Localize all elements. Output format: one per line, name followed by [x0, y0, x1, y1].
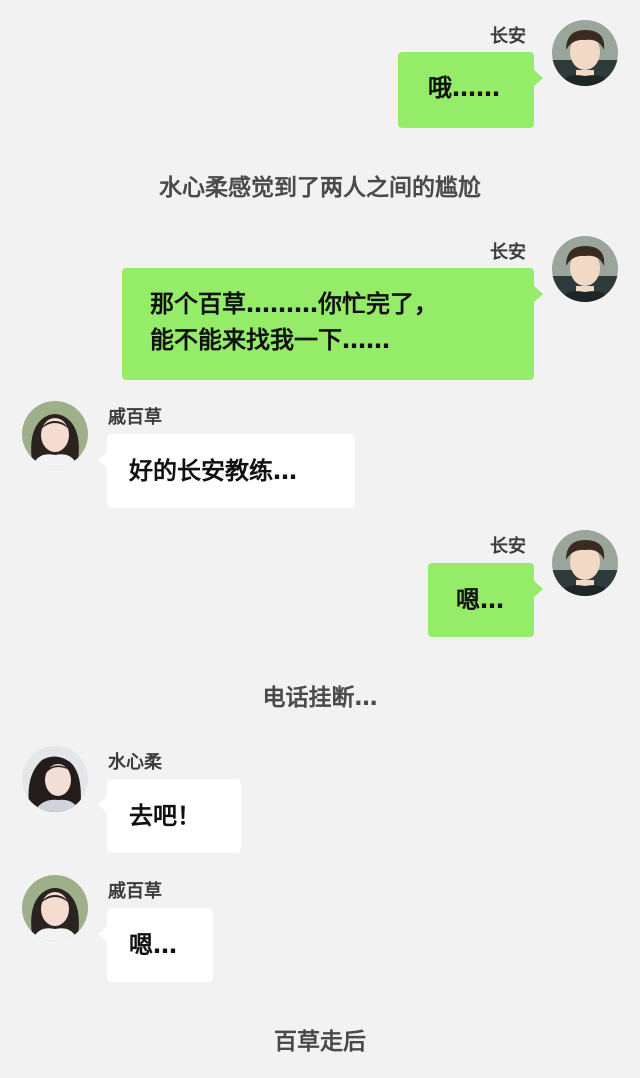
male-avatar-icon: [552, 20, 618, 86]
sender-name: 水心柔: [108, 752, 162, 773]
bubble-tail: [98, 452, 107, 468]
sender-name: 长安: [490, 536, 526, 557]
bubble-tail: [534, 286, 543, 302]
message-bubble-incoming[interactable]: 嗯…: [107, 908, 213, 982]
sender-name: 长安: [490, 26, 526, 47]
message-bubble-incoming[interactable]: 去吧！: [107, 779, 241, 853]
sender-name: 长安: [490, 242, 526, 263]
sender-name: 戚百草: [108, 881, 162, 902]
male-avatar-icon: [552, 530, 618, 596]
message-bubble-outgoing[interactable]: 嗯…: [428, 563, 534, 637]
narration-text: 水心柔感觉到了两人之间的尴尬: [159, 175, 481, 201]
message-text: 嗯…: [456, 586, 504, 614]
avatar[interactable]: [552, 530, 618, 596]
sender-name: 戚百草: [108, 407, 162, 428]
female-avatar-icon: [22, 746, 88, 812]
message-text: 好的长安教练…: [129, 457, 297, 485]
avatar[interactable]: [22, 746, 88, 812]
message-bubble-outgoing[interactable]: 哦……: [398, 52, 534, 128]
message-text: 去吧！: [129, 802, 201, 830]
bubble-tail: [98, 926, 107, 942]
bubble-tail: [534, 581, 543, 597]
bubble-tail: [534, 70, 543, 86]
female-avatar-icon: [22, 875, 88, 941]
avatar[interactable]: [552, 20, 618, 86]
message-text: 那个百草………你忙完了，: [150, 290, 438, 318]
avatar[interactable]: [22, 401, 88, 467]
avatar[interactable]: [22, 875, 88, 941]
message-bubble-outgoing[interactable]: 那个百草………你忙完了， 能不能来找我一下……: [122, 268, 534, 380]
avatar[interactable]: [552, 236, 618, 302]
male-avatar-icon: [552, 236, 618, 302]
message-text: 哦……: [428, 74, 500, 102]
message-bubble-incoming[interactable]: 好的长安教练…: [107, 434, 355, 508]
message-text: 能不能来找我一下……: [150, 326, 390, 354]
narration-text: 百草走后: [274, 1029, 366, 1055]
female-avatar-icon: [22, 401, 88, 467]
bubble-tail: [98, 797, 107, 813]
message-text: 嗯…: [129, 931, 177, 959]
narration-text: 电话挂断…: [262, 685, 378, 711]
